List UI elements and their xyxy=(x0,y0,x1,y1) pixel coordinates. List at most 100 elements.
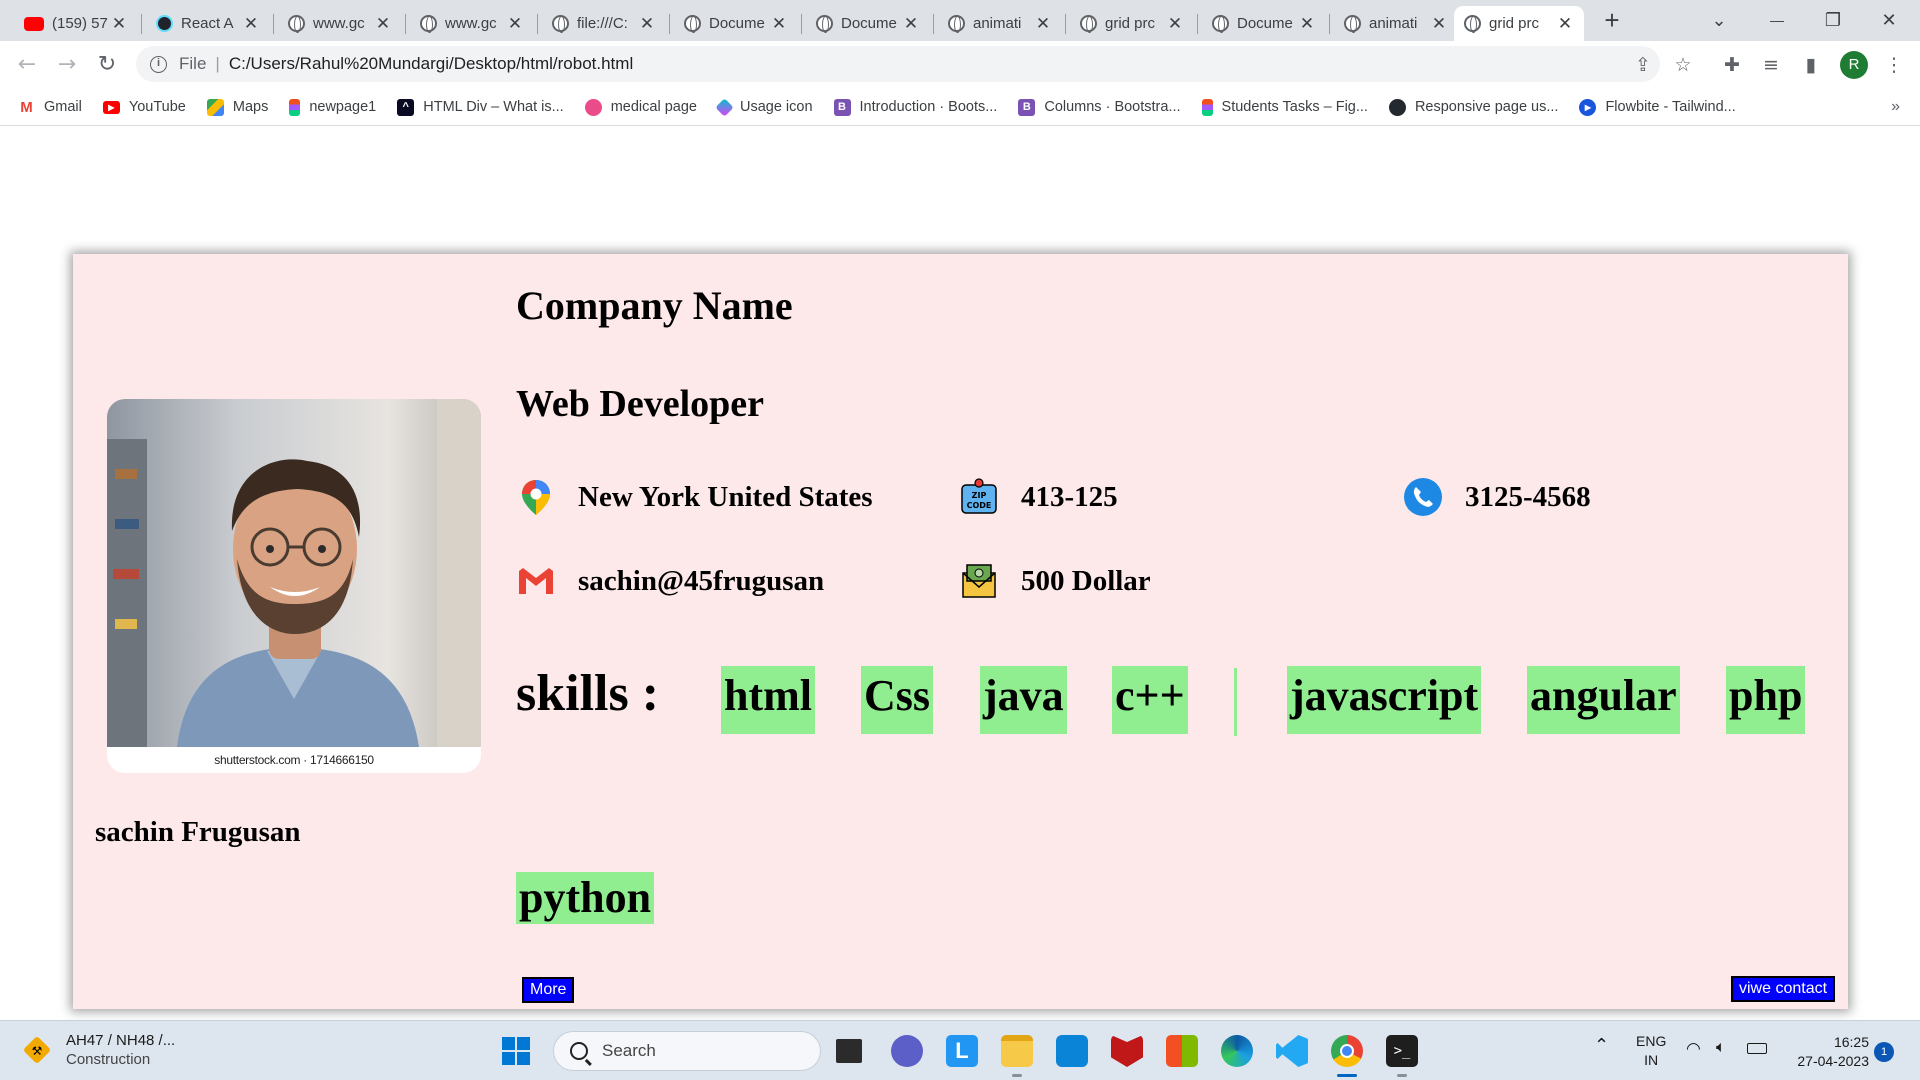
weather-title: AH47 / NH48 /... xyxy=(66,1032,176,1049)
svg-text:ZIP: ZIP xyxy=(972,491,987,500)
bookmark-medical-page[interactable]: medical page xyxy=(584,98,697,116)
tab-active[interactable]: grid prc ✕ xyxy=(1454,6,1584,41)
tab[interactable]: Docume ✕ xyxy=(674,6,798,41)
tab[interactable]: (159) 57 ✕ xyxy=(14,6,138,41)
bookmark-newpage1[interactable]: newpage1 xyxy=(289,98,376,116)
bookmark-flowbite[interactable]: ▶ Flowbite - Tailwind... xyxy=(1579,98,1736,116)
bookmark-responsive-page[interactable]: Responsive page us... xyxy=(1388,98,1558,116)
close-icon[interactable]: ✕ xyxy=(110,14,128,34)
close-icon[interactable]: ✕ xyxy=(506,14,524,34)
tab[interactable]: animati ✕ xyxy=(1334,6,1458,41)
tab[interactable]: www.gc ✕ xyxy=(410,6,534,41)
tab[interactable]: grid prc ✕ xyxy=(1070,6,1194,41)
bookmark-bootstrap-intro[interactable]: B Introduction · Boots... xyxy=(833,98,997,116)
tab-search-chevron-icon[interactable]: ⌄ xyxy=(1696,4,1742,36)
close-icon[interactable]: ✕ xyxy=(638,14,656,34)
microsoft-store-icon[interactable] xyxy=(1166,1035,1198,1067)
globe-icon xyxy=(1080,15,1097,33)
new-tab-button[interactable]: + xyxy=(1598,6,1626,34)
running-indicator xyxy=(1397,1074,1407,1077)
more-button[interactable]: More xyxy=(522,977,575,1003)
github-icon xyxy=(1388,98,1406,116)
bookmark-html-div[interactable]: ^ HTML Div – What is... xyxy=(397,98,564,116)
bookmark-gmail[interactable]: M Gmail xyxy=(18,98,82,116)
bootstrap-icon: B xyxy=(833,98,851,116)
tab-title: React A xyxy=(181,15,234,32)
vscode-icon[interactable] xyxy=(1276,1035,1308,1067)
tab-title: grid prc xyxy=(1489,15,1540,32)
tab-title: Docume xyxy=(709,15,765,32)
email-text: sachin@45frugusan xyxy=(578,564,825,597)
side-panel-icon[interactable]: ▮ xyxy=(1795,49,1827,81)
bookmark-students-tasks[interactable]: Students Tasks – Fig... xyxy=(1201,98,1368,116)
close-icon[interactable]: ✕ xyxy=(1166,14,1184,34)
teams-chat-icon[interactable] xyxy=(891,1035,923,1067)
bookmark-star-icon[interactable]: ☆ xyxy=(1667,49,1699,81)
chrome-icon[interactable] xyxy=(1331,1035,1363,1067)
zip-text: 413-125 xyxy=(1021,480,1118,513)
media-queue-icon[interactable]: ≡ xyxy=(1755,49,1787,81)
close-icon[interactable]: ✕ xyxy=(902,14,920,34)
info-icon[interactable]: i xyxy=(150,55,167,73)
salary-text: 500 Dollar xyxy=(1021,564,1151,597)
reload-icon[interactable]: ↻ xyxy=(91,49,123,81)
mcafee-icon[interactable] xyxy=(1111,1035,1143,1067)
tab[interactable]: file:///C: ✕ xyxy=(542,6,666,41)
cortana-icon[interactable] xyxy=(1056,1035,1088,1067)
wifi-icon[interactable]: ◠ xyxy=(1686,1039,1701,1059)
taskbar-search[interactable]: Search xyxy=(553,1031,821,1071)
phone-info: 3125-4568 xyxy=(1403,477,1591,517)
tab[interactable]: animati ✕ xyxy=(938,6,1062,41)
close-icon[interactable]: ✕ xyxy=(770,14,788,34)
view-contact-button[interactable]: viwe contact xyxy=(1731,976,1836,1002)
tab[interactable]: React A ✕ xyxy=(146,6,270,41)
zip-code-icon: ZIP CODE xyxy=(961,478,997,514)
close-icon[interactable]: ✕ xyxy=(1034,14,1052,34)
tab[interactable]: Docume ✕ xyxy=(806,6,930,41)
edge-icon[interactable] xyxy=(1221,1035,1253,1067)
battery-icon[interactable] xyxy=(1747,1043,1767,1054)
tab[interactable]: www.gc ✕ xyxy=(278,6,402,41)
bookmark-youtube[interactable]: ▶ YouTube xyxy=(102,99,186,115)
menu-kebab-icon[interactable]: ⋮ xyxy=(1878,49,1910,81)
l-app-icon[interactable]: L xyxy=(946,1035,978,1067)
close-icon[interactable]: ✕ xyxy=(1430,14,1448,34)
language-indicator[interactable]: ENG IN xyxy=(1636,1032,1666,1070)
tab-title: www.gc xyxy=(445,15,497,32)
system-clock[interactable]: 16:25 27-04-2023 xyxy=(1775,1033,1869,1071)
address-bar[interactable]: i File | C:/Users/Rahul%20Mundargi/Deskt… xyxy=(136,46,1660,82)
share-icon[interactable]: ⇪ xyxy=(1627,49,1659,81)
clock-date: 27-04-2023 xyxy=(1797,1053,1869,1069)
profile-avatar[interactable]: R xyxy=(1840,51,1868,79)
bookmark-usage-icon[interactable]: Usage icon xyxy=(715,97,813,117)
usage-icon xyxy=(715,97,734,117)
windows-start-icon[interactable] xyxy=(500,1035,532,1067)
tab-title: grid prc xyxy=(1105,15,1156,32)
close-icon[interactable]: ✕ xyxy=(374,14,392,34)
close-icon[interactable]: ✕ xyxy=(1556,14,1574,34)
running-indicator-active xyxy=(1337,1074,1357,1077)
restore-button[interactable]: ❐ xyxy=(1810,4,1856,36)
forward-arrow-icon[interactable]: → xyxy=(51,49,83,81)
bookmark-maps[interactable]: Maps xyxy=(206,98,268,116)
tab[interactable]: Docume ✕ xyxy=(1202,6,1326,41)
weather-widget[interactable]: ⚒ AH47 / NH48 /... Construction xyxy=(22,1031,175,1069)
bookmark-bootstrap-columns[interactable]: B Columns · Bootstra... xyxy=(1018,98,1181,116)
url-text[interactable]: C:/Users/Rahul%20Mundargi/Desktop/html/r… xyxy=(229,54,633,74)
tray-chevron-icon[interactable]: ⌃ xyxy=(1594,1035,1609,1056)
close-window-button[interactable]: ✕ xyxy=(1866,4,1912,36)
back-arrow-icon[interactable]: ← xyxy=(11,49,43,81)
bookmarks-overflow-icon[interactable]: » xyxy=(1891,98,1900,116)
file-explorer-icon[interactable] xyxy=(1001,1035,1033,1067)
globe-icon xyxy=(552,15,569,33)
figma-icon xyxy=(1201,98,1213,116)
close-icon[interactable]: ✕ xyxy=(242,14,260,34)
close-icon[interactable]: ✕ xyxy=(1298,14,1316,34)
extensions-icon[interactable]: ✚ xyxy=(1716,49,1748,81)
minimize-button[interactable]: — xyxy=(1754,4,1800,36)
terminal-icon[interactable]: >_ xyxy=(1386,1035,1418,1067)
notification-badge[interactable]: 1 xyxy=(1874,1042,1894,1062)
volume-icon[interactable]: 🔈︎ xyxy=(1716,1039,1726,1057)
task-view-icon[interactable] xyxy=(836,1039,862,1063)
react-icon xyxy=(156,15,173,32)
